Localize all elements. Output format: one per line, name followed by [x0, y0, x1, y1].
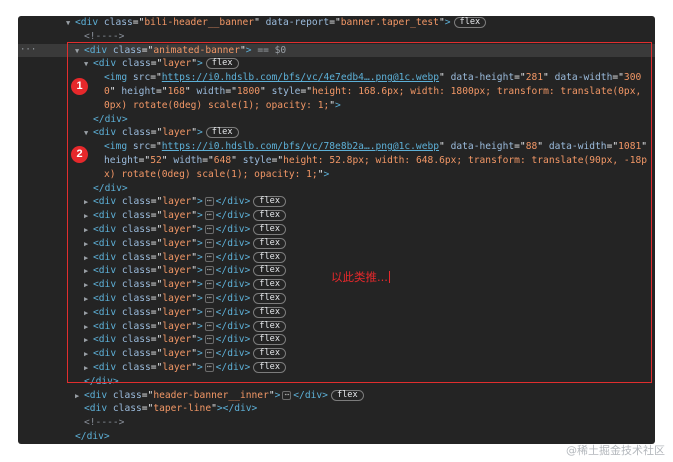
collapse-triangle-icon[interactable]: ▶ [75, 390, 84, 404]
node-layer-collapsed[interactable]: ▶ <div class="layer"> ⋯ </div> flex [18, 292, 655, 306]
collapsed-content-ellipsis[interactable]: ⋯ [204, 238, 214, 248]
collapsed-content-ellipsis[interactable]: ⋯ [204, 349, 214, 359]
node-layer-collapsed[interactable]: ▶ <div class="layer"> ⋯ </div> flex [18, 347, 655, 361]
collapsed-content-ellipsis[interactable]: ⋯ [204, 266, 214, 276]
node-layer-collapsed[interactable]: ▶ <div class="layer"> ⋯ </div> flex [18, 209, 655, 223]
node-layer-collapsed[interactable]: ▶ <div class="layer"> ⋯ </div> flex [18, 223, 655, 237]
collapsed-content-ellipsis[interactable]: ⋯ [204, 225, 214, 234]
flex-badge[interactable]: flex [253, 279, 286, 291]
collapse-triangle-icon[interactable]: ▶ [84, 307, 93, 321]
node-header-banner[interactable]: ▼ <div class="bili-header__banner" data-r… [18, 16, 655, 30]
node-layer-2[interactable]: ▼ <div class="layer"> flex [18, 126, 655, 140]
collapse-triangle-icon[interactable]: ▶ [84, 196, 93, 210]
comment-node[interactable]: <!----> [18, 416, 655, 430]
expand-triangle-icon[interactable]: ▼ [75, 45, 84, 59]
collapse-triangle-icon[interactable]: ▶ [84, 293, 93, 307]
collapsed-content-ellipsis[interactable]: ⋯ [204, 211, 214, 221]
img-2-src-link[interactable]: https://i0.hdslb.com/bfs/vc/78e8b2a….png… [162, 141, 439, 152]
flex-badge[interactable]: flex [205, 58, 239, 70]
collapsed-content-ellipsis[interactable]: ⋯ [204, 363, 214, 372]
flex-badge[interactable]: flex [253, 293, 286, 304]
collapse-triangle-icon[interactable]: ▶ [84, 362, 93, 376]
flex-badge[interactable]: flex [253, 334, 286, 346]
devtools-elements-panel: ▼ <div class="bili-header__banner" data-r… [18, 16, 655, 444]
node-layer-collapsed[interactable]: ▶ <div class="layer"> ⋯ </div> flex [18, 237, 655, 251]
flex-badge[interactable]: flex [253, 251, 286, 263]
flex-badge[interactable]: flex [253, 362, 286, 373]
collapsed-content-ellipsis[interactable]: ⋯ [204, 280, 214, 290]
flex-badge[interactable]: flex [253, 210, 286, 222]
node-header-banner-close: </div> [75, 431, 110, 442]
flex-badge[interactable]: flex [253, 196, 286, 208]
collapse-triangle-icon[interactable]: ▶ [84, 238, 93, 252]
node-layer-collapsed[interactable]: ▶ <div class="layer"> ⋯ </div> flex [18, 251, 655, 265]
flex-badge[interactable]: flex [253, 237, 286, 249]
flex-badge[interactable]: flex [205, 127, 239, 139]
collapsed-content-ellipsis[interactable]: ⋯ [204, 335, 214, 345]
flex-badge[interactable]: flex [253, 265, 286, 277]
node-img-1[interactable]: <img src="https://i0.hdslb.com/bfs/vc/4e… [104, 71, 648, 112]
node-layer-1[interactable]: ▼ <div class="layer"> flex [18, 57, 655, 71]
node-header-banner-inner[interactable]: ▶ <div class="header-banner__inner"> ⋯ </di… [18, 389, 655, 403]
watermark: @稀土掘金技术社区 [566, 444, 665, 457]
collapsed-content-ellipsis[interactable]: ⋯ [204, 252, 214, 262]
flex-badge[interactable]: flex [253, 320, 286, 332]
collapsed-content-ellipsis[interactable]: ⋯ [204, 197, 214, 207]
img-1-src-link[interactable]: https://i0.hdslb.com/bfs/vc/4e7edb4….png… [162, 72, 439, 83]
flex-badge[interactable]: flex [330, 389, 364, 401]
node-animated-banner[interactable]: ··· ▼ <div class="animated-banner"> == $0 [18, 43, 655, 59]
collapse-triangle-icon[interactable]: ▶ [84, 265, 93, 279]
node-img-2[interactable]: <img src="https://i0.hdslb.com/bfs/vc/78… [104, 140, 648, 181]
collapsed-content-ellipsis[interactable]: ⋯ [204, 294, 214, 303]
collapse-triangle-icon[interactable]: ▶ [84, 334, 93, 348]
collapsed-content-ellipsis[interactable]: ⋯ [282, 390, 292, 400]
comment-node[interactable]: <!----> [18, 30, 655, 44]
flex-badge[interactable]: flex [253, 224, 286, 235]
node-layer-collapsed[interactable]: ▶ <div class="layer"> ⋯ </div> flex [18, 333, 655, 347]
node-layer-collapsed[interactable]: ▶ <div class="layer"> ⋯ </div> flex [18, 195, 655, 209]
node-animated-banner-close: </div> [84, 375, 119, 387]
expand-triangle-icon[interactable]: ▼ [66, 17, 75, 31]
collapse-triangle-icon[interactable]: ▶ [84, 210, 93, 224]
flex-badge[interactable]: flex [253, 306, 286, 318]
collapse-triangle-icon[interactable]: ▶ [84, 252, 93, 266]
collapse-triangle-icon[interactable]: ▶ [84, 279, 93, 293]
annotation-marker-1: 1 [71, 78, 88, 95]
flex-badge[interactable]: flex [453, 17, 487, 28]
node-layer-collapsed[interactable]: ▶ <div class="layer"> ⋯ </div> flex [18, 361, 655, 375]
node-layer-collapsed[interactable]: ▶ <div class="layer"> ⋯ </div> flex [18, 320, 655, 334]
selected-node-indicator: == $0 [257, 44, 287, 56]
collapsed-content-ellipsis[interactable]: ⋯ [204, 321, 214, 331]
node-layer-collapsed[interactable]: ▶ <div class="layer"> ⋯ </div> flex [18, 306, 655, 320]
collapse-triangle-icon[interactable]: ▶ [84, 224, 93, 238]
expand-triangle-icon[interactable]: ▼ [84, 58, 93, 72]
expand-triangle-icon[interactable]: ▼ [84, 127, 93, 141]
collapse-triangle-icon[interactable]: ▶ [84, 348, 93, 362]
node-layer-2-close: </div> [93, 182, 128, 194]
collapse-triangle-icon[interactable]: ▶ [84, 321, 93, 335]
node-layer-1-close: </div> [93, 113, 128, 125]
more-options-icon[interactable]: ··· [20, 44, 36, 58]
node-taper-line[interactable]: <div class="taper-line"></div> [18, 402, 655, 416]
annotation-marker-2: 2 [71, 146, 88, 163]
annotation-text: 以此类推... [331, 270, 390, 284]
collapsed-content-ellipsis[interactable]: ⋯ [204, 307, 214, 317]
flex-badge[interactable]: flex [253, 348, 286, 360]
